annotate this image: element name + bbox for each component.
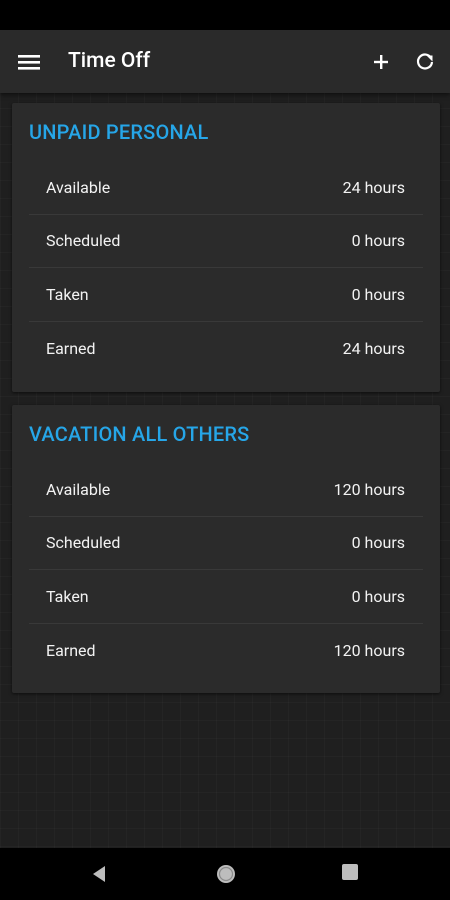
row-value: 0 hours	[351, 231, 405, 251]
nav-home-button[interactable]	[214, 862, 238, 886]
time-off-card-unpaid-personal[interactable]: UNPAID PERSONAL Available 24 hours Sched…	[12, 103, 440, 392]
plus-icon	[374, 55, 388, 69]
card-title: VACATION ALL OTHERS	[29, 422, 250, 446]
refresh-icon	[416, 53, 434, 70]
time-off-card-vacation-all-others[interactable]: VACATION ALL OTHERS Available 120 hours …	[12, 405, 440, 693]
row-label: Scheduled	[46, 533, 121, 553]
balance-row-scheduled: Scheduled 0 hours	[29, 215, 423, 268]
card-title: UNPAID PERSONAL	[29, 120, 209, 144]
row-value: 24 hours	[342, 338, 405, 358]
row-value: 24 hours	[342, 177, 405, 197]
row-value: 120 hours	[333, 479, 405, 499]
row-label: Available	[46, 479, 111, 499]
page-title: Time Off	[68, 49, 151, 73]
add-button[interactable]	[366, 47, 396, 77]
nav-recents-button[interactable]	[340, 862, 360, 882]
balance-row-available: Available 24 hours	[29, 161, 423, 215]
menu-button[interactable]	[14, 48, 46, 76]
row-label: Scheduled	[46, 231, 121, 251]
row-value: 120 hours	[333, 640, 405, 660]
row-value: 0 hours	[351, 533, 405, 553]
row-label: Taken	[46, 586, 89, 606]
balance-row-earned: Earned 24 hours	[29, 322, 423, 376]
refresh-button[interactable]	[410, 47, 440, 77]
balance-row-taken: Taken 0 hours	[29, 268, 423, 322]
balance-row-available: Available 120 hours	[29, 463, 423, 517]
home-circle-icon	[217, 865, 235, 883]
nav-back-button[interactable]	[88, 862, 112, 886]
row-value: 0 hours	[351, 586, 405, 606]
status-bar	[0, 0, 450, 30]
balance-row-earned: Earned 120 hours	[29, 624, 423, 678]
row-label: Available	[46, 177, 111, 197]
balance-row-taken: Taken 0 hours	[29, 570, 423, 624]
system-navigation-bar	[0, 848, 450, 900]
back-triangle-icon	[93, 866, 105, 882]
row-value: 0 hours	[351, 284, 405, 304]
hamburger-menu-icon	[18, 55, 40, 70]
row-label: Taken	[46, 284, 89, 304]
row-label: Earned	[46, 338, 96, 358]
balance-row-scheduled: Scheduled 0 hours	[29, 517, 423, 570]
recents-square-icon	[342, 864, 358, 880]
row-label: Earned	[46, 640, 96, 660]
app-bar: Time Off	[0, 30, 450, 93]
